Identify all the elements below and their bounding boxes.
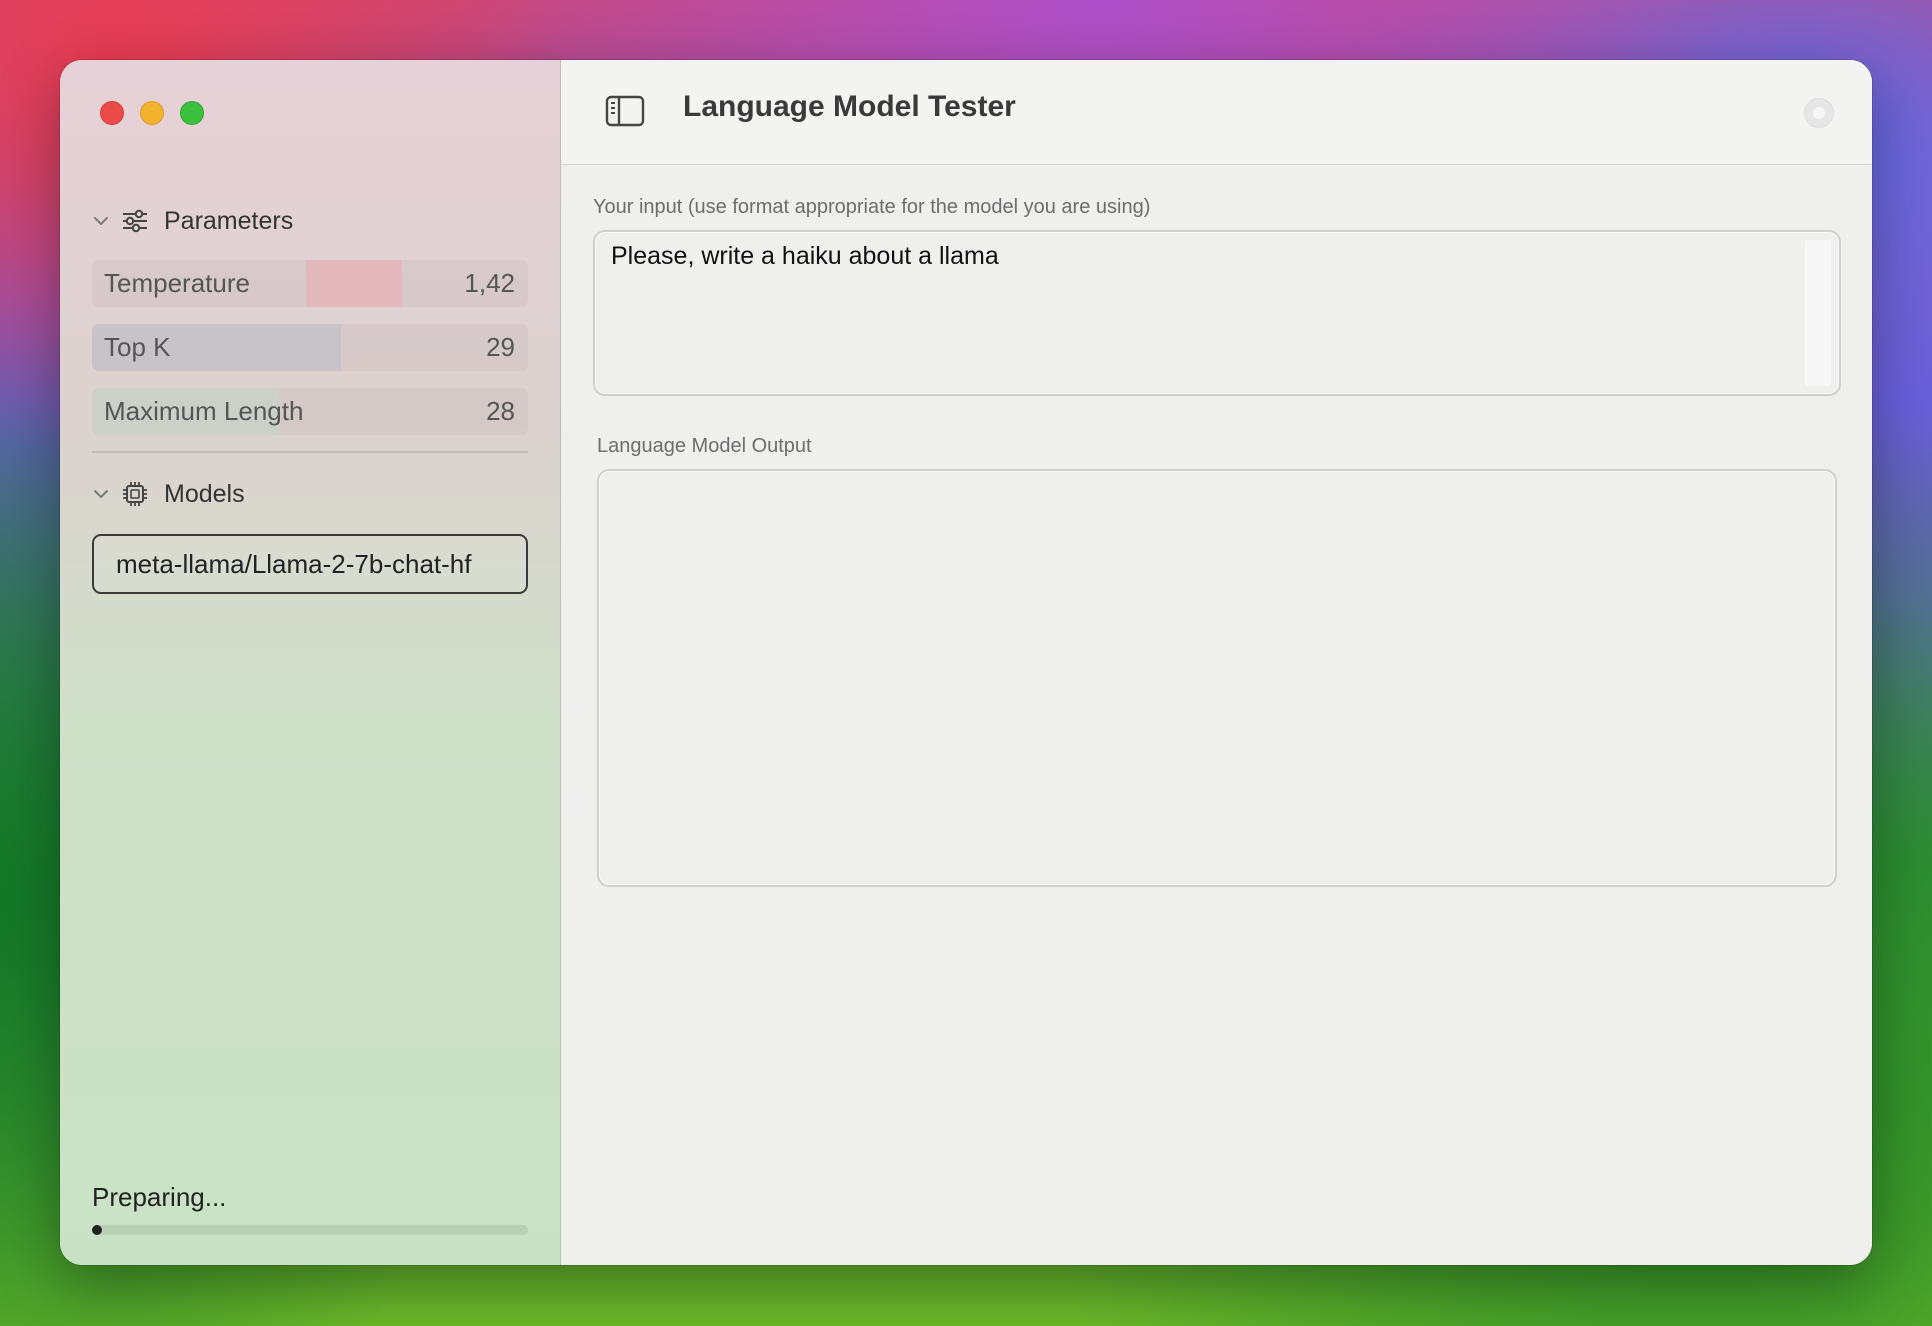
- status-dot-icon: [1804, 98, 1834, 128]
- input-label: Your input (use format appropriate for t…: [593, 196, 1151, 218]
- temperature-slider-fill: [305, 260, 402, 307]
- sidebar-toggle-button[interactable]: [605, 95, 645, 127]
- parameter-label: Maximum Length: [104, 396, 304, 426]
- prompt-input-text[interactable]: Please, write a haiku about a llama: [611, 242, 999, 271]
- parameter-slider-temperature[interactable]: Temperature 1,42: [92, 260, 528, 307]
- sidebar: Parameters Temperature 1,42 Top K 29 Max…: [60, 60, 561, 1265]
- parameter-value: 1,42: [464, 268, 515, 298]
- models-section-label: Models: [164, 479, 245, 508]
- maximize-window-button[interactable]: [180, 101, 204, 125]
- close-window-button[interactable]: [100, 101, 124, 125]
- status-text: Preparing...: [92, 1182, 227, 1212]
- progress-bar-fill: [92, 1225, 102, 1235]
- sidebar-toggle-icon: [605, 95, 645, 131]
- app-window: Parameters Temperature 1,42 Top K 29 Max…: [60, 60, 1872, 1265]
- sliders-icon: [120, 206, 150, 236]
- sidebar-divider: [92, 451, 528, 453]
- parameters-section-header[interactable]: Parameters: [90, 204, 293, 238]
- output-label: Language Model Output: [597, 435, 812, 457]
- window-title: Language Model Tester: [683, 90, 1016, 123]
- input-scrollbar[interactable]: [1805, 240, 1831, 386]
- progress-bar: [92, 1225, 528, 1235]
- parameters-section-label: Parameters: [164, 206, 294, 235]
- model-output-field[interactable]: [597, 469, 1837, 887]
- prompt-input-field[interactable]: Please, write a haiku about a llama: [593, 230, 1841, 396]
- parameter-value: 28: [486, 396, 515, 426]
- chevron-down-icon[interactable]: [90, 483, 112, 505]
- window-controls: [100, 101, 204, 125]
- parameter-slider-maximum-length[interactable]: Maximum Length 28: [92, 388, 528, 435]
- minimize-window-button[interactable]: [140, 101, 164, 125]
- toolbar: Language Model Tester: [561, 60, 1872, 165]
- models-section-header[interactable]: Models: [90, 477, 245, 511]
- parameter-label: Temperature: [104, 268, 250, 298]
- parameter-slider-top-k[interactable]: Top K 29: [92, 324, 528, 371]
- parameter-value: 29: [486, 332, 515, 362]
- cpu-chip-icon: [120, 479, 150, 509]
- main-content: Language Model Tester Your input (use fo…: [561, 60, 1872, 1265]
- parameter-label: Top K: [104, 332, 171, 362]
- model-list-item[interactable]: meta-llama/Llama-2-7b-chat-hf: [92, 534, 528, 594]
- chevron-down-icon[interactable]: [90, 210, 112, 232]
- model-name: meta-llama/Llama-2-7b-chat-hf: [116, 548, 472, 579]
